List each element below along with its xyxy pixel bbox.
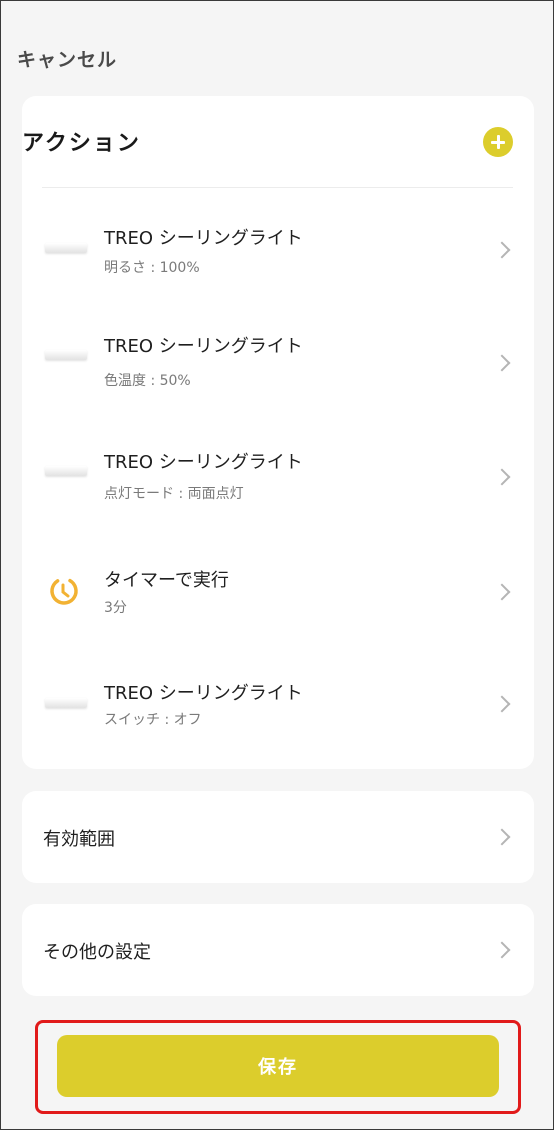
action-title: TREO シーリングライト [104, 452, 303, 473]
chevron-right-icon [493, 695, 511, 713]
chevron-right-icon [493, 241, 511, 259]
chevron-right-icon [493, 468, 511, 486]
action-title: TREO シーリングライト [104, 228, 303, 249]
action-row[interactable]: タイマーで実行 3分 [22, 557, 534, 637]
chevron-right-icon [493, 941, 511, 959]
scope-card[interactable]: 有効範囲 [22, 791, 534, 883]
plus-circle-icon[interactable] [483, 127, 513, 157]
chevron-right-icon [493, 828, 511, 846]
cancel-button[interactable]: キャンセル [17, 45, 117, 72]
scope-label: 有効範囲 [43, 829, 115, 850]
action-subtitle: 3分 [104, 600, 127, 616]
action-row[interactable]: TREO シーリングライト 点灯モード : 両面点灯 [22, 439, 534, 519]
action-row[interactable]: TREO シーリングライト 明るさ : 100% [22, 211, 534, 291]
action-row[interactable]: TREO シーリングライト 色温度 : 50% [22, 323, 534, 403]
other-settings-label: その他の設定 [43, 942, 151, 963]
action-subtitle: 点灯モード : 両面点灯 [104, 486, 244, 502]
ceiling-light-icon [45, 348, 87, 362]
actions-card [22, 96, 534, 769]
actions-title: アクション [22, 131, 141, 156]
timer-icon [50, 577, 78, 605]
action-subtitle: スイッチ : オフ [104, 712, 202, 728]
divider [42, 187, 513, 188]
ceiling-light-icon [45, 464, 87, 478]
screen: キャンセル アクション TREO シーリングライト 明るさ : 100% TRE… [0, 0, 554, 1130]
action-title: TREO シーリングライト [104, 336, 303, 357]
save-button[interactable]: 保存 [57, 1035, 499, 1097]
action-title: タイマーで実行 [104, 570, 229, 591]
ceiling-light-icon [45, 241, 87, 255]
chevron-right-icon [493, 354, 511, 372]
action-subtitle: 明るさ : 100% [104, 260, 200, 276]
action-row[interactable]: TREO シーリングライト スイッチ : オフ [22, 670, 534, 750]
chevron-right-icon [493, 583, 511, 601]
ceiling-light-icon [45, 696, 87, 710]
other-settings-card[interactable]: その他の設定 [22, 904, 534, 996]
action-title: TREO シーリングライト [104, 683, 303, 704]
action-subtitle: 色温度 : 50% [104, 373, 191, 389]
